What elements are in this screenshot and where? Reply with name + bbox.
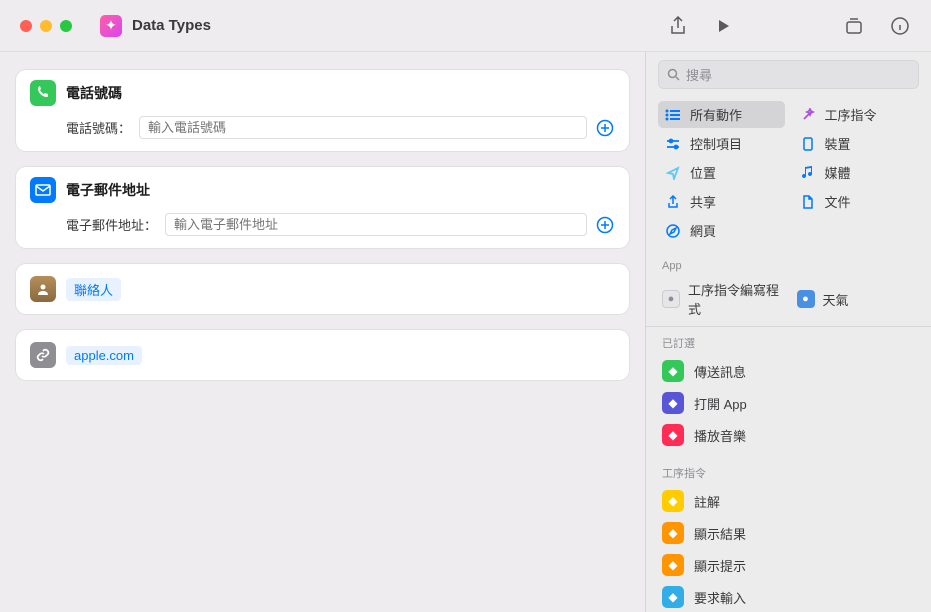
- action-label: 打開 App: [694, 394, 747, 413]
- url-action[interactable]: apple.com: [16, 330, 629, 380]
- pinned-section-label: 已訂選: [646, 329, 931, 355]
- add-button[interactable]: [595, 215, 615, 235]
- category-label: 工序指令: [825, 105, 877, 124]
- category-magic[interactable]: 工序指令: [793, 101, 920, 128]
- app-item[interactable]: ● 天氣: [793, 276, 920, 322]
- action-label: 要求輸入: [694, 588, 746, 607]
- action-icon: ◆: [662, 424, 684, 446]
- contact-icon: [30, 276, 56, 302]
- category-share[interactable]: 共享: [658, 188, 785, 215]
- category-label: 網頁: [690, 221, 716, 240]
- share-icon: [664, 193, 682, 211]
- action-icon: ◆: [662, 586, 684, 608]
- scripting-section-label: 工序指令: [646, 459, 931, 485]
- app-icon: ●: [797, 290, 815, 308]
- mail-icon: [30, 177, 56, 203]
- search-input[interactable]: 搜尋: [658, 60, 919, 89]
- action-list-item[interactable]: ◆ 註解: [646, 485, 931, 517]
- category-label: 文件: [825, 192, 851, 211]
- minimize-window-button[interactable]: [40, 20, 52, 32]
- category-sliders[interactable]: 控制項目: [658, 130, 785, 157]
- action-list-item[interactable]: ◆ 顯示結果: [646, 517, 931, 549]
- titlebar: ✦ Data Types: [0, 0, 931, 52]
- action-list-item[interactable]: ◆ 打開 App: [646, 387, 931, 419]
- info-button[interactable]: [889, 15, 911, 37]
- list-icon: [664, 106, 682, 124]
- search-placeholder: 搜尋: [686, 65, 712, 84]
- action-list-item[interactable]: ◆ 傳送訊息: [646, 355, 931, 387]
- action-label: 註解: [694, 492, 720, 511]
- field-label: 電子郵件地址：: [66, 215, 157, 234]
- category-label: 所有動作: [690, 105, 742, 124]
- workflow-editor[interactable]: 電話號碼 電話號碼： 電子郵件地址 電子郵件地址：: [0, 52, 645, 612]
- link-icon: [30, 342, 56, 368]
- app-label: 天氣: [823, 290, 849, 309]
- action-library-sidebar: 搜尋 所有動作工序指令控制項目裝置位置媒體共享文件網頁 App ●工序指令編寫程…: [645, 52, 931, 612]
- category-label: 媒體: [825, 163, 851, 182]
- action-title: 電子郵件地址: [66, 180, 150, 200]
- category-label: 控制項目: [690, 134, 742, 153]
- add-button[interactable]: [595, 118, 615, 138]
- phone-number-input[interactable]: [139, 116, 587, 139]
- contact-action[interactable]: 聯絡人: [16, 264, 629, 314]
- apps-section-label: App: [646, 254, 931, 276]
- category-label: 共享: [690, 192, 716, 211]
- sliders-icon: [664, 135, 682, 153]
- music-icon: [799, 164, 817, 182]
- app-icon: ✦: [100, 15, 122, 37]
- category-location[interactable]: 位置: [658, 159, 785, 186]
- email-address-action[interactable]: 電子郵件地址 電子郵件地址：: [16, 167, 629, 248]
- phone-icon: [30, 80, 56, 106]
- action-title: 電話號碼: [66, 83, 122, 103]
- share-button[interactable]: [667, 15, 689, 37]
- device-icon: [799, 135, 817, 153]
- category-label: 位置: [690, 163, 716, 182]
- fullscreen-window-button[interactable]: [60, 20, 72, 32]
- category-list[interactable]: 所有動作: [658, 101, 785, 128]
- action-icon: ◆: [662, 360, 684, 382]
- email-address-input[interactable]: [165, 213, 587, 236]
- app-label: 工序指令編寫程式: [688, 280, 781, 318]
- action-icon: ◆: [662, 490, 684, 512]
- safari-icon: [664, 222, 682, 240]
- phone-number-action[interactable]: 電話號碼 電話號碼：: [16, 70, 629, 151]
- window-controls: [20, 20, 72, 32]
- action-icon: ◆: [662, 522, 684, 544]
- contact-token[interactable]: 聯絡人: [66, 278, 121, 301]
- action-icon: ◆: [662, 392, 684, 414]
- category-safari[interactable]: 網頁: [658, 217, 785, 244]
- action-list-item[interactable]: ◆ 播放音樂: [646, 419, 931, 451]
- action-list-item[interactable]: ◆ 要求輸入: [646, 581, 931, 612]
- location-icon: [664, 164, 682, 182]
- run-button[interactable]: [713, 15, 735, 37]
- magic-icon: [799, 106, 817, 124]
- url-token[interactable]: apple.com: [66, 346, 142, 365]
- app-icon: ●: [662, 290, 680, 308]
- category-label: 裝置: [825, 134, 851, 153]
- document-icon: [799, 193, 817, 211]
- category-device[interactable]: 裝置: [793, 130, 920, 157]
- close-window-button[interactable]: [20, 20, 32, 32]
- library-button[interactable]: [843, 15, 865, 37]
- action-icon: ◆: [662, 554, 684, 576]
- action-label: 傳送訊息: [694, 362, 746, 381]
- action-label: 播放音樂: [694, 426, 746, 445]
- app-item[interactable]: ● 工序指令編寫程式: [658, 276, 785, 322]
- category-document[interactable]: 文件: [793, 188, 920, 215]
- action-label: 顯示結果: [694, 524, 746, 543]
- field-label: 電話號碼：: [66, 118, 131, 137]
- action-label: 顯示提示: [694, 556, 746, 575]
- action-list-item[interactable]: ◆ 顯示提示: [646, 549, 931, 581]
- category-music[interactable]: 媒體: [793, 159, 920, 186]
- window-title: Data Types: [132, 17, 211, 34]
